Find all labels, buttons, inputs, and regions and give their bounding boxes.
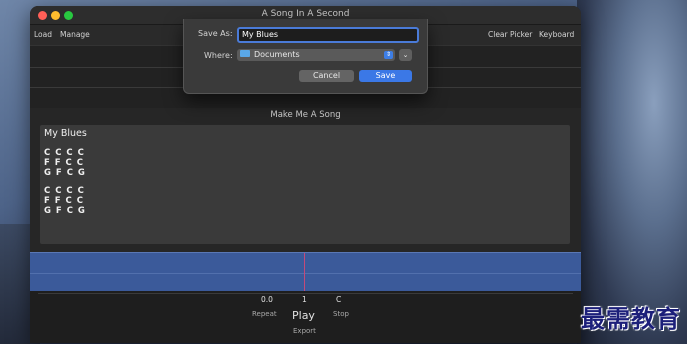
repeat-button[interactable]: Repeat — [252, 310, 277, 318]
repeat-value: 0.0 — [261, 295, 273, 304]
chord-line: C C C C — [44, 186, 85, 196]
expand-dialog-button[interactable]: ⌄ — [399, 49, 412, 61]
export-button[interactable]: Export — [293, 327, 316, 335]
desktop-background-rock — [577, 0, 687, 344]
stop-button[interactable]: Stop — [333, 310, 349, 318]
song-text-area[interactable]: My Blues C C C C F F C C G F C G C C C C… — [40, 125, 570, 244]
chord-line: G F C G — [44, 168, 86, 178]
section-heading: Make Me A Song — [270, 110, 341, 120]
where-select[interactable]: Documents ⇕ — [237, 49, 395, 61]
clear-picker-button[interactable]: Clear Picker — [488, 30, 532, 39]
chord-line: C C C C — [44, 148, 85, 158]
watermark: 最需教育 — [581, 304, 681, 333]
window-title: A Song In A Second — [261, 9, 350, 19]
chord-line: G F C G — [44, 206, 86, 216]
chord-line: F F C C — [44, 196, 84, 206]
save-button[interactable]: Save — [359, 70, 412, 82]
where-value: Documents — [254, 50, 300, 59]
save-dialog: Save As: My Blues Where: Documents ⇕ ⌄ C… — [183, 19, 428, 94]
keyboard-button[interactable]: Keyboard — [539, 30, 574, 39]
transport-controls: 0.0 1 C Repeat Play Stop Export — [30, 291, 581, 343]
cancel-button[interactable]: Cancel — [299, 70, 354, 82]
waveform-baseline — [30, 273, 581, 274]
playhead-marker[interactable] — [304, 253, 305, 291]
stop-value: C — [336, 295, 342, 304]
play-value: 1 — [302, 295, 307, 304]
save-as-input[interactable]: My Blues — [237, 27, 419, 43]
folder-icon — [240, 50, 250, 57]
play-button[interactable]: Play — [292, 309, 315, 322]
chevron-updown-icon: ⇕ — [384, 51, 393, 59]
song-title: My Blues — [44, 128, 87, 139]
waveform-track[interactable] — [30, 252, 581, 292]
save-as-label: Save As: — [198, 29, 233, 38]
divider — [38, 293, 573, 294]
load-button[interactable]: Load — [34, 30, 52, 39]
manage-button[interactable]: Manage — [60, 30, 90, 39]
chord-line: F F C C — [44, 158, 84, 168]
where-label: Where: — [204, 51, 233, 60]
